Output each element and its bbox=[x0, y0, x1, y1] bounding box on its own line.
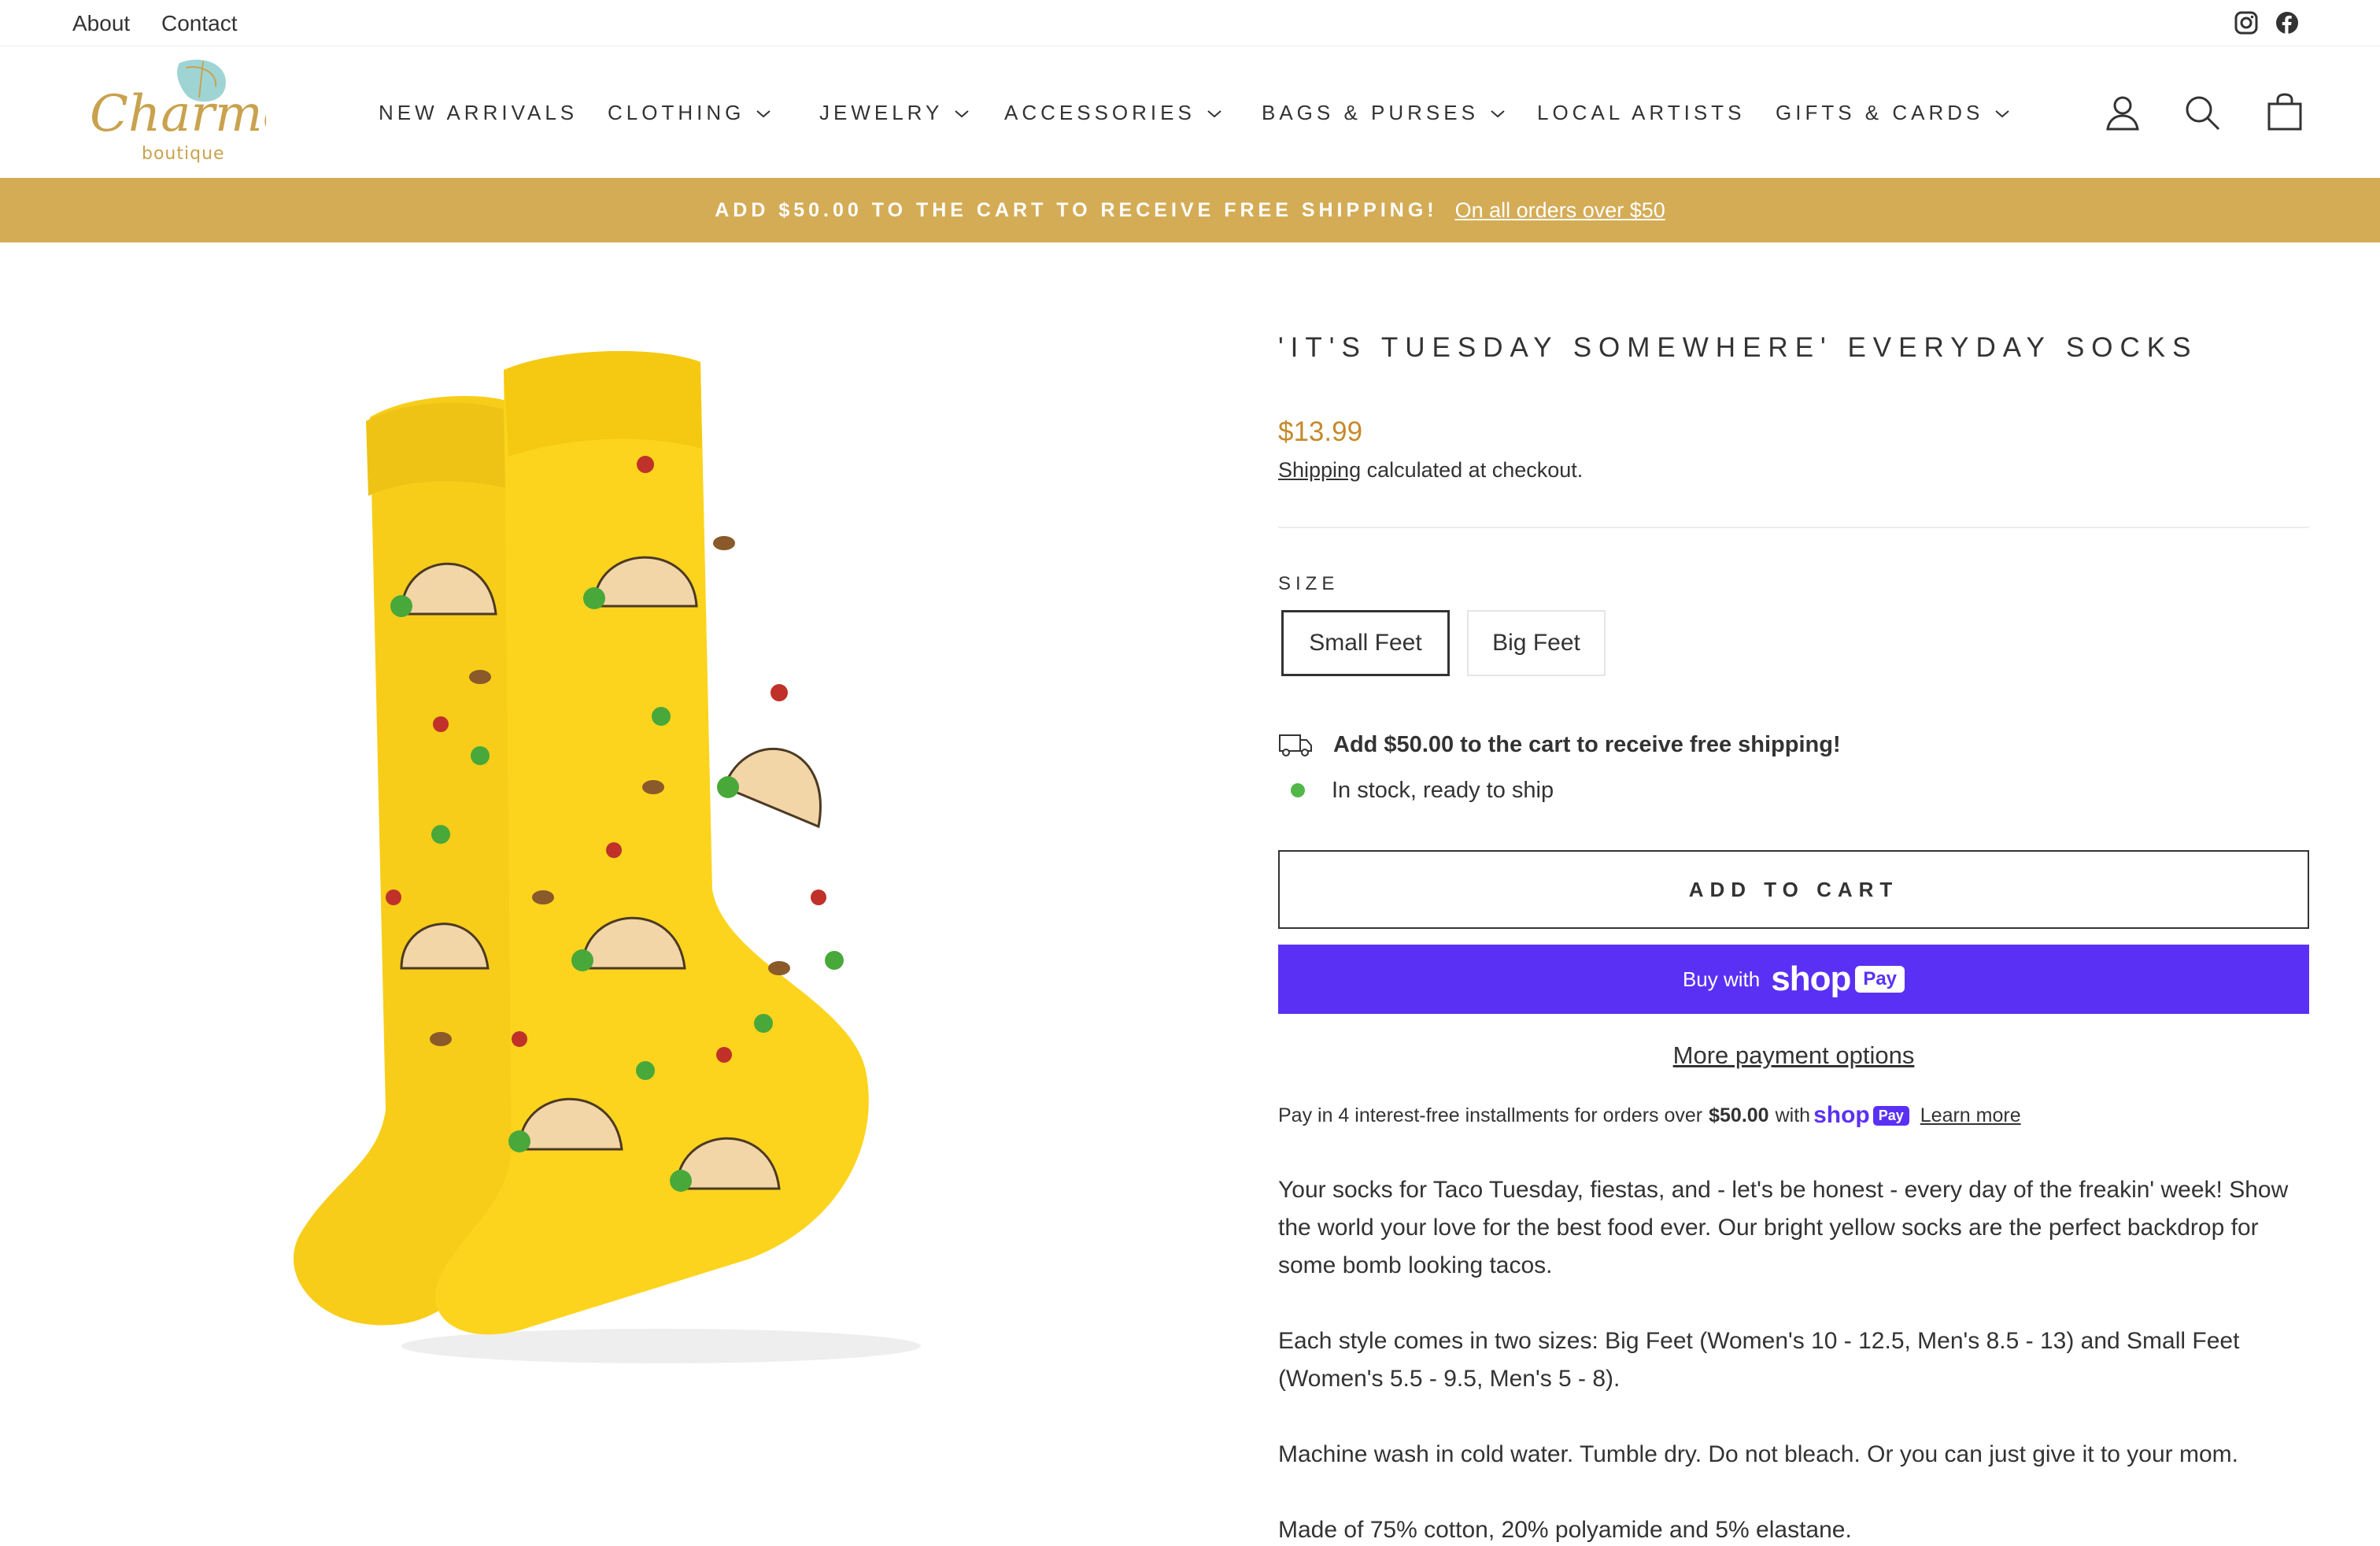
account-icon[interactable] bbox=[2103, 93, 2142, 132]
nav-jewelry[interactable]: JEWELRY bbox=[819, 101, 971, 125]
instagram-icon[interactable] bbox=[2234, 10, 2259, 35]
shipping-note-text: calculated at checkout. bbox=[1361, 458, 1584, 482]
announcement-message: ADD $50.00 TO THE CART TO RECEIVE FREE S… bbox=[715, 198, 1438, 221]
svg-text:boutique: boutique bbox=[142, 144, 225, 164]
shop-pay-button[interactable]: Buy with shop Pay bbox=[1278, 945, 2309, 1014]
size-option-big-feet[interactable]: Big Feet bbox=[1467, 610, 1606, 676]
shipping-note: Shipping calculated at checkout. bbox=[1278, 458, 1583, 483]
shipping-link[interactable]: Shipping bbox=[1278, 458, 1361, 482]
description-paragraph: Machine wash in cold water. Tumble dry. … bbox=[1278, 1441, 2238, 1467]
nav-gifts-cards[interactable]: GIFTS & CARDS bbox=[1776, 101, 2012, 125]
truck-icon bbox=[1279, 734, 1312, 756]
buy-with-label: Buy with bbox=[1682, 967, 1761, 991]
svg-text:Charmed: Charmed bbox=[90, 85, 266, 143]
charmed-boutique-logo[interactable]: Charmed boutique bbox=[85, 57, 266, 167]
site-header: Charmed boutique NEW ARRIVALS CLOTHING J… bbox=[0, 47, 2380, 178]
chevron-down-icon bbox=[756, 109, 771, 117]
chevron-down-icon bbox=[955, 109, 970, 117]
contact-link[interactable]: Contact bbox=[161, 11, 238, 36]
utility-bar: About Contact bbox=[0, 0, 2380, 46]
free-shipping-row: Add $50.00 to the cart to receive free s… bbox=[1278, 729, 1841, 760]
chevron-down-icon bbox=[1207, 109, 1221, 117]
product-title: 'IT'S TUESDAY SOMEWHERE' EVERYDAY SOCKS bbox=[1278, 332, 2198, 363]
stock-status-row: In stock, ready to ship bbox=[1278, 775, 1554, 806]
pay-mini-badge: Pay bbox=[1872, 1105, 1909, 1126]
stock-status-text: In stock, ready to ship bbox=[1332, 777, 1554, 803]
more-payment-options-link[interactable]: More payment options bbox=[1278, 1041, 2309, 1070]
description-paragraph: Each style comes in two sizes: Big Feet … bbox=[1278, 1328, 2240, 1392]
shop-pay-logo: shop bbox=[1771, 960, 1851, 998]
about-link[interactable]: About bbox=[72, 11, 130, 36]
nav-clothing[interactable]: CLOTHING bbox=[608, 101, 773, 125]
nav-bags-purses[interactable]: BAGS & PURSES bbox=[1262, 101, 1507, 125]
installments-with: with bbox=[1775, 1104, 1811, 1126]
free-shipping-text: Add $50.00 to the cart to receive free s… bbox=[1333, 731, 1841, 757]
chevron-down-icon bbox=[1995, 109, 2010, 117]
description-paragraph: Your socks for Taco Tuesday, fiestas, an… bbox=[1278, 1177, 2289, 1278]
announcement-link[interactable]: On all orders over $50 bbox=[1455, 198, 1665, 223]
product-image[interactable] bbox=[283, 346, 1039, 1433]
in-stock-dot-icon bbox=[1291, 783, 1305, 797]
search-icon[interactable] bbox=[2182, 93, 2222, 132]
size-option-small-feet[interactable]: Small Feet bbox=[1281, 610, 1450, 676]
installments-text: Pay in 4 interest-free installments for … bbox=[1278, 1104, 1703, 1126]
size-label: SIZE bbox=[1278, 573, 1340, 594]
facebook-icon[interactable] bbox=[2275, 10, 2300, 35]
installments-amount: $50.00 bbox=[1709, 1104, 1769, 1126]
nav-new-arrivals[interactable]: NEW ARRIVALS bbox=[379, 101, 578, 125]
nav-accessories[interactable]: ACCESSORIES bbox=[1004, 101, 1224, 125]
chevron-down-icon bbox=[1491, 109, 1505, 117]
cart-icon[interactable] bbox=[2265, 93, 2304, 132]
pay-badge: Pay bbox=[1855, 966, 1905, 993]
product-price: $13.99 bbox=[1278, 416, 1363, 447]
shop-pay-mini-logo: shop bbox=[1813, 1102, 1870, 1128]
description-paragraph: Made of 75% cotton, 20% polyamide and 5%… bbox=[1278, 1517, 1852, 1543]
divider bbox=[1278, 527, 2309, 528]
announcement-bar: ADD $50.00 TO THE CART TO RECEIVE FREE S… bbox=[0, 178, 2380, 242]
nav-local-artists[interactable]: LOCAL ARTISTS bbox=[1537, 101, 1745, 125]
add-to-cart-button[interactable]: ADD TO CART bbox=[1278, 850, 2309, 929]
learn-more-link[interactable]: Learn more bbox=[1920, 1104, 2021, 1127]
installments-note: Pay in 4 interest-free installments for … bbox=[1278, 1102, 2021, 1129]
